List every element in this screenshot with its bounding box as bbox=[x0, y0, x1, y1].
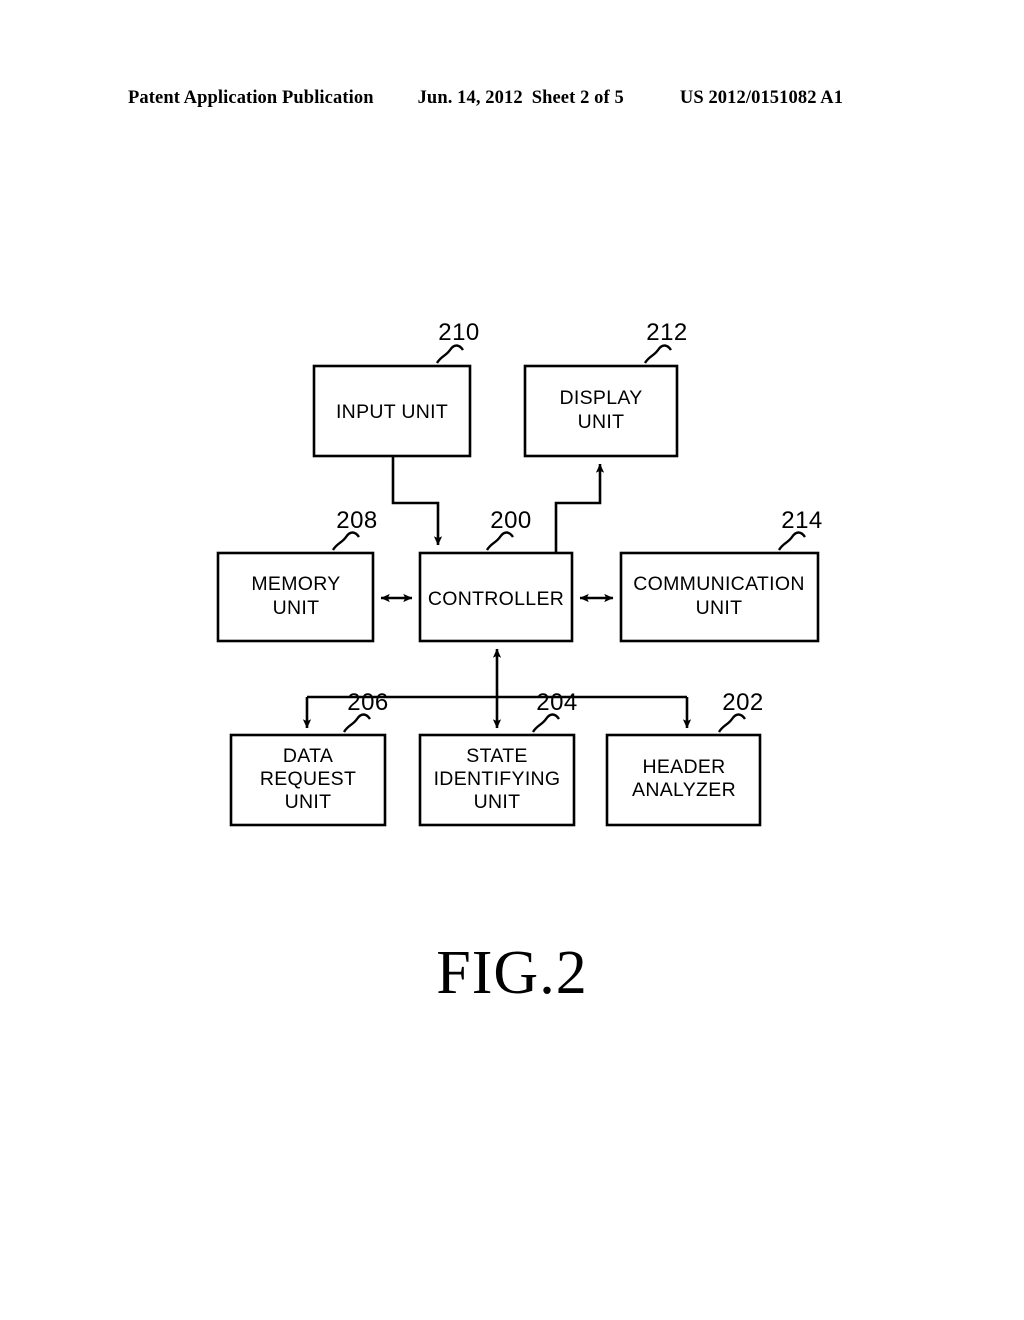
ref-numeral-200: 200 bbox=[490, 507, 532, 534]
block-display-unit: DISPLAY UNIT 212 bbox=[523, 319, 688, 458]
block-header-analyzer: HEADER ANALYZER 202 bbox=[605, 689, 764, 827]
block-state-identifying-unit-label-2: IDENTIFYING bbox=[434, 768, 561, 790]
patent-drawing-page: Patent Application Publication Jun. 14, … bbox=[0, 0, 1024, 1320]
block-state-identifying-unit-label-1: STATE bbox=[466, 745, 527, 767]
ref-numeral-204: 204 bbox=[536, 689, 578, 716]
figure-block-diagram: INPUT UNIT 210 DISPLAY UNIT 212 MEMORY U… bbox=[0, 0, 1024, 1320]
block-data-request-unit: DATA REQUEST UNIT 206 bbox=[229, 689, 389, 827]
connection-input-to-controller bbox=[391, 456, 443, 546]
block-header-analyzer-label-1: HEADER bbox=[642, 756, 725, 778]
block-display-unit-label-2: UNIT bbox=[578, 411, 625, 433]
block-data-request-unit-label-3: UNIT bbox=[285, 791, 332, 813]
block-memory-unit-label-2: UNIT bbox=[273, 597, 320, 619]
block-controller: CONTROLLER 200 bbox=[418, 507, 574, 643]
ref-numeral-212: 212 bbox=[646, 319, 688, 346]
figure-caption: FIG.2 bbox=[436, 939, 588, 1007]
ref-numeral-210: 210 bbox=[438, 319, 480, 346]
ref-numeral-208: 208 bbox=[336, 507, 378, 534]
block-communication-unit-label-2: UNIT bbox=[696, 597, 743, 619]
block-communication-unit: COMMUNICATION UNIT 214 bbox=[619, 507, 823, 643]
connection-controller-to-display bbox=[554, 463, 605, 553]
block-input-unit-label-1: INPUT UNIT bbox=[336, 401, 448, 423]
ref-numeral-206: 206 bbox=[347, 689, 389, 716]
block-input-unit: INPUT UNIT 210 bbox=[312, 319, 480, 458]
block-state-identifying-unit: STATE IDENTIFYING UNIT 204 bbox=[418, 689, 578, 827]
block-communication-unit-label-1: COMMUNICATION bbox=[633, 573, 804, 595]
block-memory-unit: MEMORY UNIT 208 bbox=[216, 507, 378, 643]
block-memory-unit-label-1: MEMORY bbox=[251, 573, 340, 595]
block-header-analyzer-label-2: ANALYZER bbox=[632, 779, 736, 801]
block-state-identifying-unit-label-3: UNIT bbox=[474, 791, 521, 813]
block-data-request-unit-label-1: DATA bbox=[283, 745, 333, 767]
ref-numeral-202: 202 bbox=[722, 689, 764, 716]
ref-numeral-214: 214 bbox=[781, 507, 823, 534]
block-controller-label-1: CONTROLLER bbox=[428, 588, 564, 610]
block-display-unit-label-1: DISPLAY bbox=[559, 387, 642, 409]
block-data-request-unit-label-2: REQUEST bbox=[260, 768, 356, 790]
block-diagram-svg: INPUT UNIT 210 DISPLAY UNIT 212 MEMORY U… bbox=[216, 319, 823, 827]
